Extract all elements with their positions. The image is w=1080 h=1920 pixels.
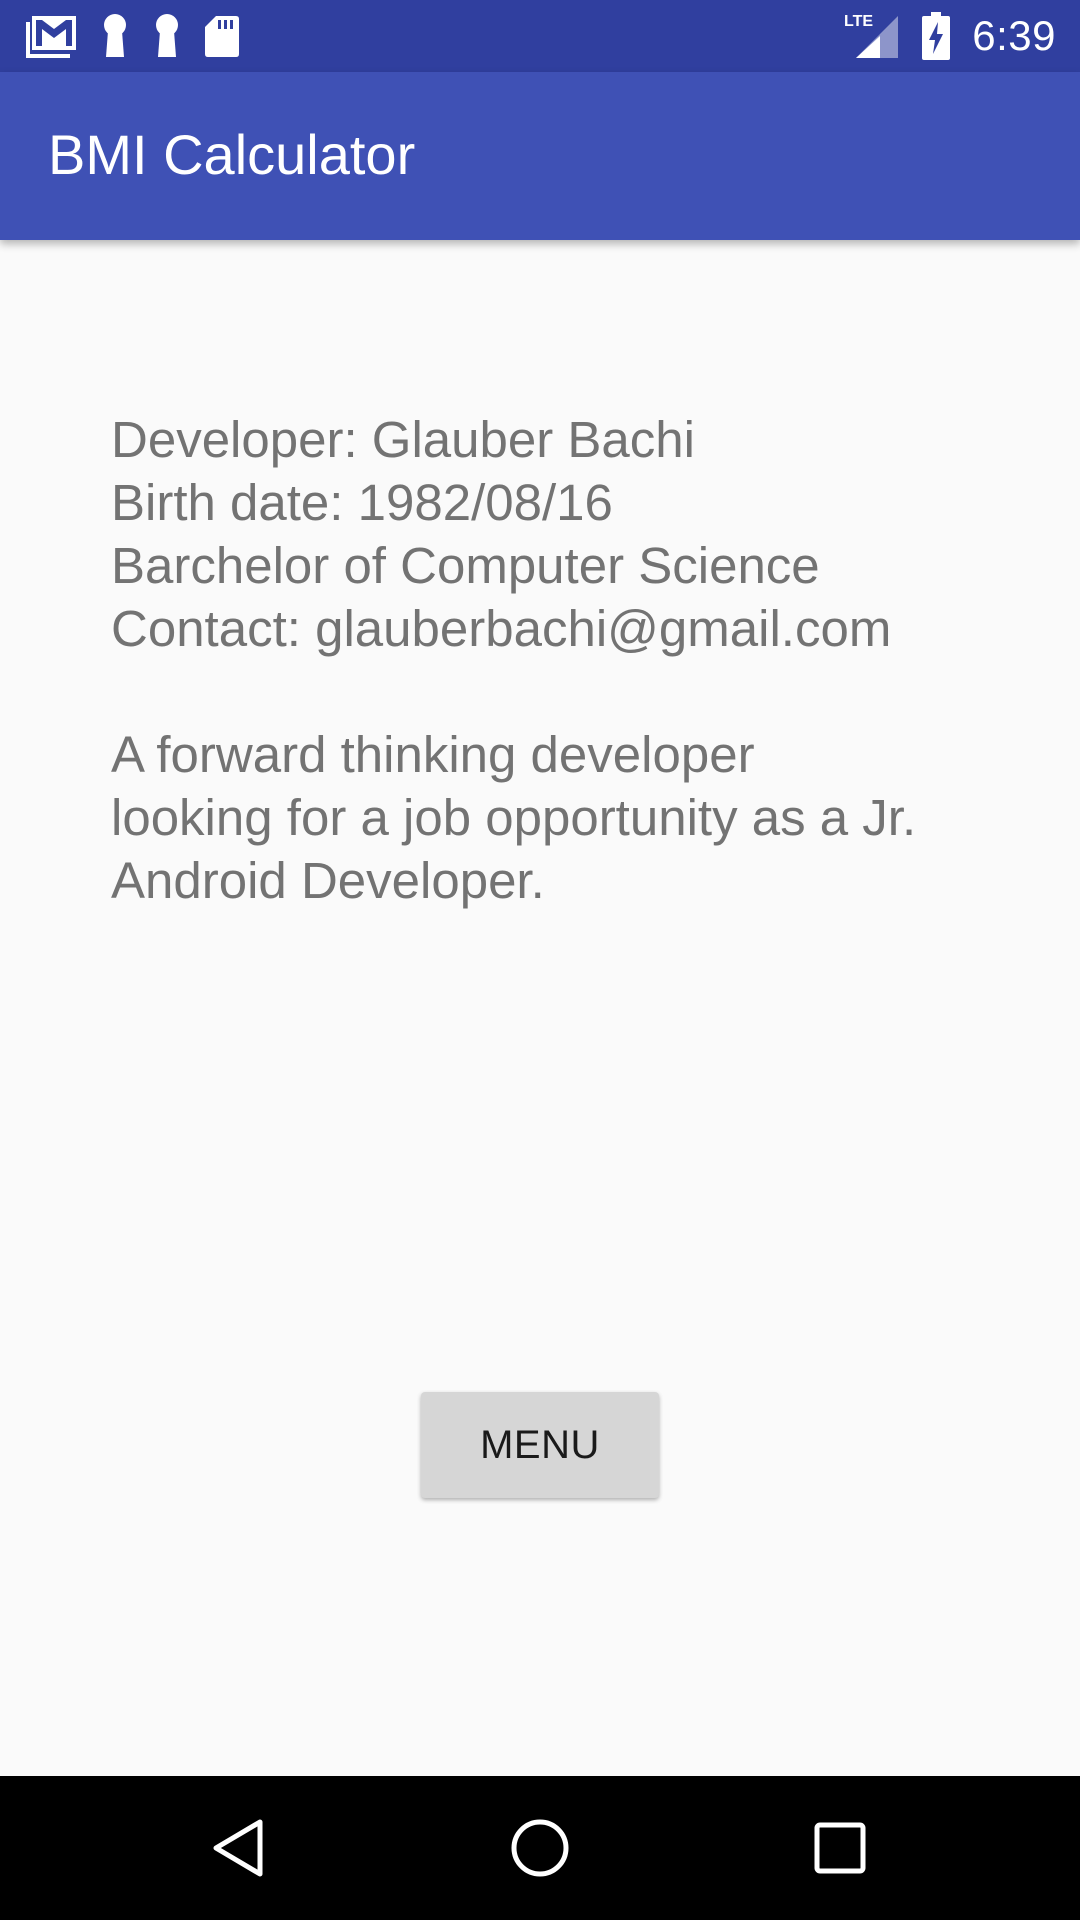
app-title: BMI Calculator [48,123,416,186]
contact-email: Contact: glauberbachi@gmail.com [111,600,892,657]
sd-card-icon [204,14,240,58]
key-icon [100,13,130,59]
notification-icons [26,12,240,60]
summary-line-1: A forward thinking developer [111,726,755,783]
about-text: Developer: Glauber Bachi Birth date: 198… [111,408,1011,912]
system-icons: LTE 6:39 [844,8,1056,64]
key-icon [152,13,182,59]
recents-icon[interactable] [808,1816,872,1880]
status-bar: LTE 6:39 [0,0,1080,72]
summary-line-3: Android Developer. [111,852,545,909]
home-icon[interactable] [508,1816,572,1880]
gmail-icon [26,14,78,58]
battery-charging-icon [922,12,951,60]
back-icon[interactable] [208,1816,272,1880]
summary-line-2: looking for a job opportunity as a Jr. [111,789,917,846]
lte-signal-icon: LTE [844,12,900,60]
degree: Barchelor of Computer Science [111,537,820,594]
svg-text:LTE: LTE [844,13,873,30]
screen: LTE 6:39 BMI Calculator Developer: Glaub… [0,0,1080,1920]
status-time: 6:39 [972,12,1056,59]
menu-button[interactable]: MENU [421,1392,659,1498]
birth-date: Birth date: 1982/08/16 [111,474,613,531]
navigation-bar [0,1776,1080,1920]
developer-name: Developer: Glauber Bachi [111,411,695,468]
app-bar: BMI Calculator [0,72,1080,240]
